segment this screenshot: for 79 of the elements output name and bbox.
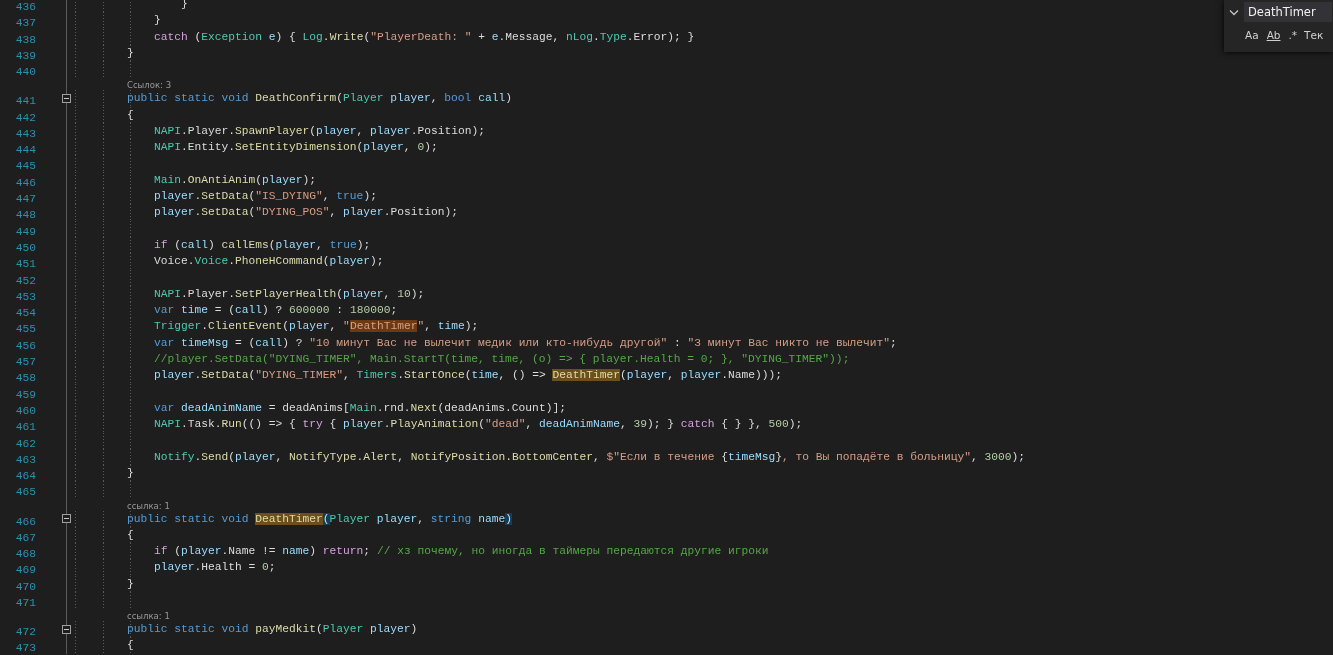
code-line: } (126, 576, 134, 592)
line-number: 472 (15, 626, 36, 639)
line-number: 442 (15, 111, 36, 124)
line-number: 461 (15, 421, 36, 434)
line-number: 455 (15, 323, 36, 336)
reference-count-link[interactable]: Ссылок: 3 (127, 79, 172, 93)
reference-count-link[interactable]: ссылка: 1 (127, 610, 170, 624)
search-field[interactable]: DeathTimer (1244, 2, 1332, 22)
collapse-icon[interactable] (62, 514, 71, 524)
code-line: player.SetData("DYING_POS", player.Position); (153, 205, 458, 221)
line-number: 451 (15, 258, 36, 271)
code-line: player.SetData("IS_DYING", true); (153, 189, 377, 205)
code-line: public static void DeathConfirm(Player player, bool call) (126, 91, 512, 107)
collapse-icon[interactable] (62, 624, 71, 634)
line-number: 437 (15, 17, 36, 30)
line-number: 446 (15, 176, 36, 189)
line-number: 454 (15, 307, 36, 320)
code-line: //player.SetData("DYING_TIMER", Main.StartT(time, time, (o) => { player.Health = 0; }, "DYING_TIMER")); (153, 352, 850, 368)
code-line: Voice.Voice.PhoneHCommand(player); (153, 254, 384, 270)
code-line: NAPI.Player.SetPlayerHealth(player, 10); (153, 286, 425, 302)
line-number: 469 (15, 564, 36, 577)
collapse-icon[interactable] (62, 93, 71, 103)
code-line: var deadAnimName = deadAnims[Main.rnd.Next(deadAnims.Count)]; (153, 400, 566, 416)
line-number: 460 (15, 404, 36, 417)
code-line: { (126, 638, 134, 654)
line-number: 440 (15, 66, 36, 79)
line-number: 443 (15, 127, 36, 140)
code-line: } (126, 45, 134, 61)
regex-button[interactable]: .* (1285, 28, 1301, 42)
chevron-down-icon[interactable] (1229, 8, 1239, 16)
line-number: 453 (15, 290, 36, 303)
line-number: 471 (15, 597, 36, 609)
code-line: var time = (call) ? 600000 : 180000; (153, 303, 398, 319)
line-number: 466 (15, 515, 36, 528)
match-case-button[interactable]: Aa (1242, 28, 1262, 42)
line-number: 456 (15, 339, 36, 352)
line-number: 450 (15, 241, 36, 254)
line-number: 462 (15, 437, 36, 450)
code-line: NAPI.Player.SpawnPlayer(player, player.Position); (153, 123, 485, 139)
code-line: if (player.Name != name) return; // хз почему, но иногда в таймеры передаются другие игроки (153, 544, 769, 560)
whole-word-button[interactable]: Ab (1263, 28, 1284, 42)
line-number: 449 (15, 225, 36, 238)
code-line: public static void DeathTimer(Player player, string name) (126, 511, 512, 527)
line-number: 473 (15, 642, 36, 655)
code-line: } (126, 466, 134, 482)
line-number: 445 (15, 160, 36, 173)
code-line: NAPI.Entity.SetEntityDimension(player, 0); (153, 140, 438, 156)
search-scope[interactable]: Тек (1304, 29, 1324, 41)
code-line: var timeMsg = (call) ? "10 минут Вас не вылечит медик или кто-нибудь другой" : "3 минут Вас никто не вылечит"; (153, 335, 897, 351)
line-number: 452 (15, 274, 36, 287)
line-number: 441 (15, 95, 36, 108)
code-line: { (126, 107, 134, 123)
line-number: 463 (15, 453, 36, 466)
line-number: 448 (15, 209, 36, 222)
line-number: 457 (15, 356, 36, 369)
code-line: { (126, 527, 134, 543)
code-line: player.Health = 0; (153, 560, 276, 576)
line-number: 458 (15, 372, 36, 385)
line-number: 438 (15, 33, 36, 46)
code-line: public static void payMedkit(Player player) (126, 622, 418, 638)
code-line: Notify.Send(player, NotifyType.Alert, NotifyPosition.BottomCenter, $"Если в течение {timeMsg}, то Вы попадёте в больницу", 3000); (153, 449, 1026, 465)
line-number: 467 (15, 531, 36, 544)
line-number: 447 (15, 193, 36, 206)
line-number: 444 (15, 144, 36, 157)
reference-count-link[interactable]: ссылка: 1 (127, 499, 170, 513)
code-line: if (call) callEms(player, true); (153, 237, 371, 253)
code-line: } (153, 13, 161, 29)
code-line: Trigger.ClientEvent(player, "DeathTimer", time); (153, 319, 479, 335)
line-number: 439 (15, 49, 36, 62)
code-line: NAPI.Task.Run(() => { try { player.PlayAnimation("dead", deadAnimName, 39); } catch { } }, 500); (153, 417, 803, 433)
line-number: 436 (15, 1, 36, 13)
line-number: 468 (15, 548, 36, 561)
code-line: Main.OnAntiAnim(player); (153, 172, 317, 188)
line-number: 470 (15, 580, 36, 593)
line-number: 465 (15, 486, 36, 499)
line-number: 464 (15, 470, 36, 483)
code-line: player.SetData("DYING_TIMER", Timers.StartOnce(time, () => DeathTimer(player, player.Name))); (153, 368, 783, 384)
line-number: 459 (15, 388, 36, 401)
code-line: catch (Exception e) { Log.Write("PlayerDeath: " + e.Message, nLog.Type.Error); } (153, 29, 695, 45)
